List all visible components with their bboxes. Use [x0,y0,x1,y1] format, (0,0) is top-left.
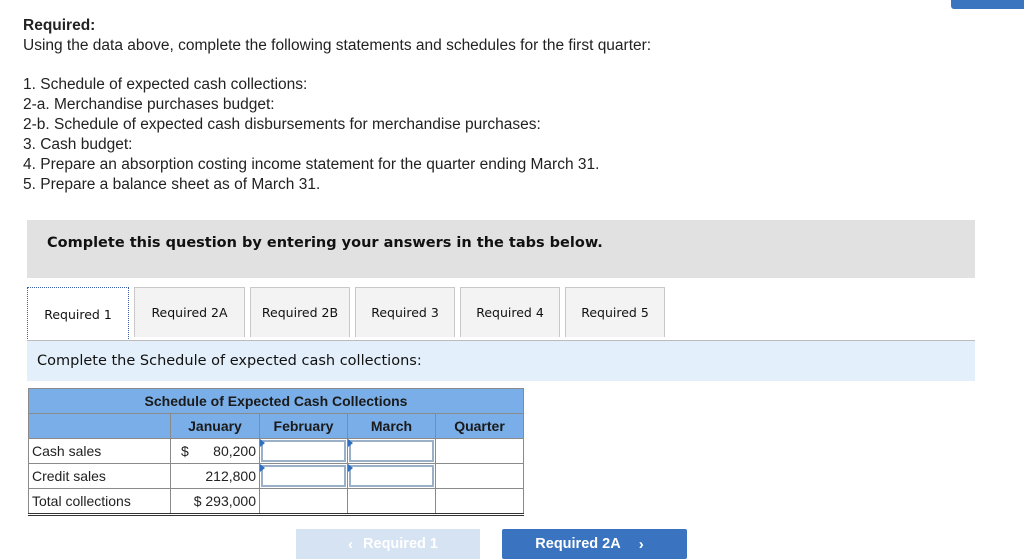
quarter-cell [435,438,524,464]
instruction-banner: Complete this question by entering your … [27,220,975,278]
required-heading: Required: [23,17,96,34]
prev-button-label: Required 1 [363,536,438,552]
chevron-left-icon: ‹ [348,535,354,553]
tab-required-3[interactable]: Required 3 [355,287,455,337]
february-cell [259,488,348,516]
required-item: 3. Cash budget: [23,136,133,153]
january-cell: 212,800 [170,463,260,489]
tab-required-1[interactable]: Required 1 [27,287,129,341]
tab-required-2a[interactable]: Required 2A [134,287,245,337]
instructions: Required: Using the data above, complete… [23,16,651,195]
prev-button[interactable]: ‹ Required 1 [296,529,480,559]
table-row-total: Total collections $ 293,000 [28,488,524,516]
column-header-january: January [170,413,260,439]
table-title: Schedule of Expected Cash Collections [28,388,524,414]
tab-required-4[interactable]: Required 4 [460,287,560,337]
tab-bar: Required 1 Required 2A Required 2B Requi… [27,287,670,341]
required-subtitle: Using the data above, complete the follo… [23,37,652,54]
input-marker-icon [348,464,353,472]
row-label: Credit sales [28,463,171,489]
panel-instruction: Complete the Schedule of expected cash c… [27,341,975,381]
panel-instruction-text: Complete the Schedule of expected cash c… [37,353,422,369]
row-label: Total collections [28,488,171,516]
february-input[interactable] [259,463,348,489]
required-item: 4. Prepare an absorption costing income … [23,156,600,173]
january-value: 80,200 [213,443,256,459]
next-button[interactable]: Required 2A › [502,529,687,559]
march-cell [347,488,436,516]
row-label: Cash sales [28,438,171,464]
january-value: 212,800 [205,468,256,484]
required-item: 5. Prepare a balance sheet as of March 3… [23,176,321,193]
january-cell: $ 293,000 [170,488,260,516]
required-item: 2-a. Merchandise purchases budget: [23,96,275,113]
input-marker-icon [348,439,353,447]
quarter-cell [435,488,524,516]
february-input[interactable] [259,438,348,464]
input-marker-icon [260,464,265,472]
chevron-right-icon: › [638,535,644,553]
column-header-february: February [259,413,348,439]
table-row: Cash sales $80,200 [28,438,524,464]
march-input[interactable] [347,438,436,464]
cash-collections-table: Schedule of Expected Cash Collections Ja… [28,388,524,516]
january-value: $ 293,000 [193,493,256,509]
column-header-march: March [347,413,436,439]
required-item: 2-b. Schedule of expected cash disbursem… [23,116,541,133]
required-item: 1. Schedule of expected cash collections… [23,76,308,93]
banner-text: Complete this question by entering your … [47,235,603,251]
table-row: Credit sales 212,800 [28,463,524,489]
tab-required-2b[interactable]: Required 2B [250,287,350,337]
top-action-button[interactable] [951,0,1024,9]
column-header-quarter: Quarter [435,413,524,439]
currency-symbol: $ [181,443,189,459]
january-cell: $80,200 [170,438,260,464]
next-button-label: Required 2A [535,536,621,552]
column-header-blank [28,413,171,439]
tab-required-5[interactable]: Required 5 [565,287,665,337]
input-marker-icon [260,439,265,447]
quarter-cell [435,463,524,489]
march-input[interactable] [347,463,436,489]
